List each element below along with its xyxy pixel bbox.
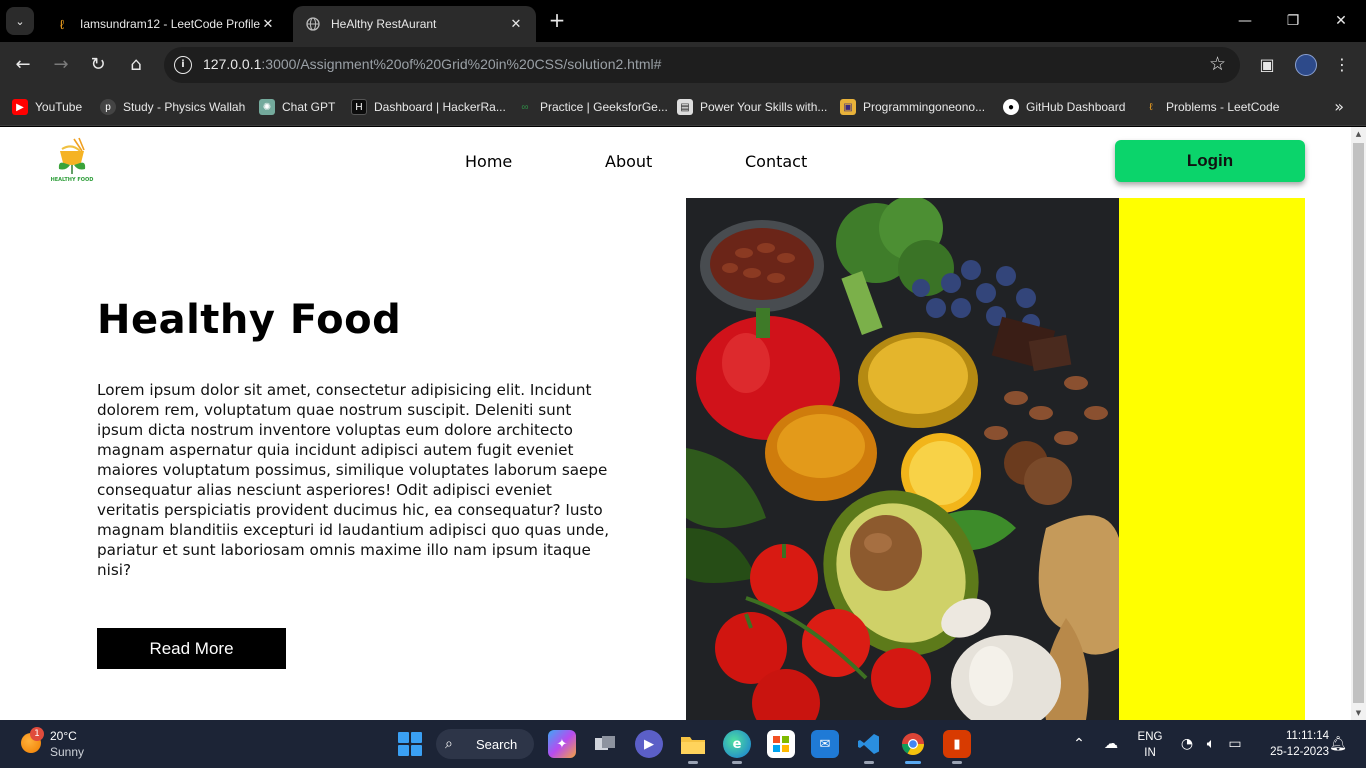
reload-icon[interactable]: ↻: [86, 53, 110, 77]
more-bookmarks-icon[interactable]: »: [1334, 97, 1344, 116]
browser-toolbar: ← → ↻ ⌂ i 127.0.0.1:3000/Assignment%20of…: [0, 42, 1366, 88]
taskbar-search[interactable]: ⌕ Search: [436, 729, 534, 759]
bookmark-hackerrank[interactable]: H Dashboard | HackerRa...: [351, 97, 506, 117]
edge-icon[interactable]: e: [723, 730, 751, 764]
bookmark-programming[interactable]: ▣ Programmingoneono...: [840, 97, 985, 117]
weather-temp: 20°C: [50, 729, 77, 743]
language-indicator[interactable]: ENG IN: [1136, 729, 1164, 761]
chevron-up-icon[interactable]: ⌃: [1070, 735, 1088, 753]
minimize-icon[interactable]: —: [1222, 8, 1268, 34]
tab-title: HeAlthy RestAurant: [331, 17, 437, 31]
battery-icon[interactable]: ▭: [1226, 735, 1244, 753]
programming-icon: ▣: [840, 99, 856, 115]
notification-badge: 1: [30, 727, 44, 741]
bookmark-github[interactable]: ● GitHub Dashboard: [1003, 97, 1125, 117]
bookmark-geeksforgeeks[interactable]: ∞ Practice | GeeksforGe...: [517, 97, 667, 117]
chatgpt-icon: ✺: [259, 99, 275, 115]
read-more-button[interactable]: Read More: [97, 628, 286, 669]
chrome-icon[interactable]: [899, 730, 927, 764]
bookmark-leetcode[interactable]: ℓ Problems - LeetCode: [1143, 97, 1279, 117]
close-tab-icon[interactable]: ✕: [260, 16, 276, 32]
physics-wallah-icon: p: [100, 99, 116, 115]
mail-icon[interactable]: ✉: [811, 730, 839, 758]
leetcode-icon: ℓ: [59, 16, 65, 32]
office-icon[interactable]: ▮: [943, 730, 971, 764]
new-tab-button[interactable]: +: [546, 10, 568, 32]
bookmark-power-skills[interactable]: ▤ Power Your Skills with...: [677, 97, 827, 117]
site-info-icon[interactable]: i: [174, 56, 192, 74]
close-tab-icon[interactable]: ✕: [508, 16, 524, 32]
page-scrollbar[interactable]: ▲ ▼: [1351, 127, 1366, 720]
scrollbar-thumb[interactable]: [1353, 143, 1364, 703]
wifi-icon[interactable]: ◔: [1178, 735, 1196, 753]
skills-icon: ▤: [677, 99, 693, 115]
yellow-side-panel: [1119, 198, 1305, 720]
hero-paragraph: Lorem ipsum dolor sit amet, consectetur …: [97, 381, 610, 579]
bookmark-youtube[interactable]: ▶ YouTube: [12, 97, 82, 117]
windows-taskbar: 1 20°C Sunny ⌕ Search ✦ ▶ e ✉ ▮ ⌃ ☁ ENG …: [0, 720, 1366, 768]
teams-chat-icon[interactable]: ▶: [635, 730, 663, 758]
onedrive-cloud-icon[interactable]: ☁: [1102, 735, 1120, 753]
home-icon[interactable]: ⌂: [124, 53, 148, 77]
side-panel-icon[interactable]: ▣: [1256, 54, 1278, 76]
chevron-down-icon: ⌄: [15, 14, 25, 28]
url-text: 127.0.0.1:3000/Assignment%20of%20Grid%20…: [203, 56, 662, 72]
tab-healthy-restaurant[interactable]: HeAlthy RestAurant ✕: [293, 6, 536, 42]
tab-search-button[interactable]: ⌄: [6, 7, 34, 35]
noodle-bowl-logo-icon: [58, 137, 86, 174]
close-window-icon[interactable]: ✕: [1318, 8, 1364, 34]
nav-home-link[interactable]: Home: [465, 152, 512, 171]
store-icon[interactable]: [767, 730, 795, 758]
forward-icon[interactable]: →: [49, 53, 73, 77]
notification-bell-icon[interactable]: 🔔︎: [1329, 735, 1347, 753]
volume-icon[interactable]: 🔈︎: [1202, 735, 1220, 753]
nav-contact-link[interactable]: Contact: [745, 152, 807, 171]
restore-icon[interactable]: ❐: [1270, 8, 1316, 34]
scroll-up-icon[interactable]: ▲: [1351, 127, 1366, 141]
bookmark-chatgpt[interactable]: ✺ Chat GPT: [259, 97, 335, 117]
file-explorer-icon[interactable]: [679, 730, 707, 764]
task-view-icon[interactable]: [591, 730, 619, 758]
system-clock[interactable]: 11:11:14 25-12-2023: [1253, 728, 1329, 760]
site-logo[interactable]: HEALTHY FOOD: [50, 137, 94, 185]
tab-leetcode-profile[interactable]: ℓ Iamsundram12 - LeetCode Profile ✕: [42, 6, 288, 42]
weather-condition: Sunny: [50, 745, 85, 759]
copilot-icon[interactable]: ✦: [548, 730, 576, 758]
logo-text: HEALTHY FOOD: [50, 177, 94, 183]
leetcode-icon: ℓ: [1149, 101, 1153, 113]
weather-widget[interactable]: 1 20°C Sunny: [18, 727, 108, 762]
nav-about-link[interactable]: About: [605, 152, 652, 171]
geeksforgeeks-icon: ∞: [521, 101, 529, 113]
tab-strip: ⌄ ℓ Iamsundram12 - LeetCode Profile ✕ He…: [0, 0, 1366, 42]
globe-icon: [305, 16, 321, 32]
search-icon: ⌕: [445, 735, 453, 751]
page-viewport: HEALTHY FOOD Home About Contact Login He…: [0, 127, 1351, 720]
start-windows-icon[interactable]: [398, 732, 422, 756]
scroll-down-icon[interactable]: ▼: [1351, 706, 1366, 720]
address-bar[interactable]: i 127.0.0.1:3000/Assignment%20of%20Grid%…: [164, 47, 1240, 83]
youtube-icon: ▶: [12, 99, 28, 115]
hero-title: Healthy Food: [97, 297, 402, 343]
menu-kebab-icon[interactable]: ⋮: [1331, 54, 1353, 76]
food-illustration: [686, 198, 1119, 720]
vscode-icon[interactable]: [855, 730, 883, 764]
bookmarks-bar: ▶ YouTube p Study - Physics Wallah ✺ Cha…: [0, 88, 1366, 126]
login-button[interactable]: Login: [1115, 140, 1305, 182]
healthy-food-image: [686, 198, 1119, 720]
bookmark-physics-wallah[interactable]: p Study - Physics Wallah: [100, 97, 245, 117]
hackerrank-icon: H: [351, 99, 367, 115]
tab-title: Iamsundram12 - LeetCode Profile: [80, 17, 260, 31]
bookmark-star-icon[interactable]: ☆: [1209, 53, 1226, 75]
back-icon[interactable]: ←: [11, 53, 35, 77]
github-icon: ●: [1003, 99, 1019, 115]
profile-avatar[interactable]: [1295, 54, 1317, 76]
